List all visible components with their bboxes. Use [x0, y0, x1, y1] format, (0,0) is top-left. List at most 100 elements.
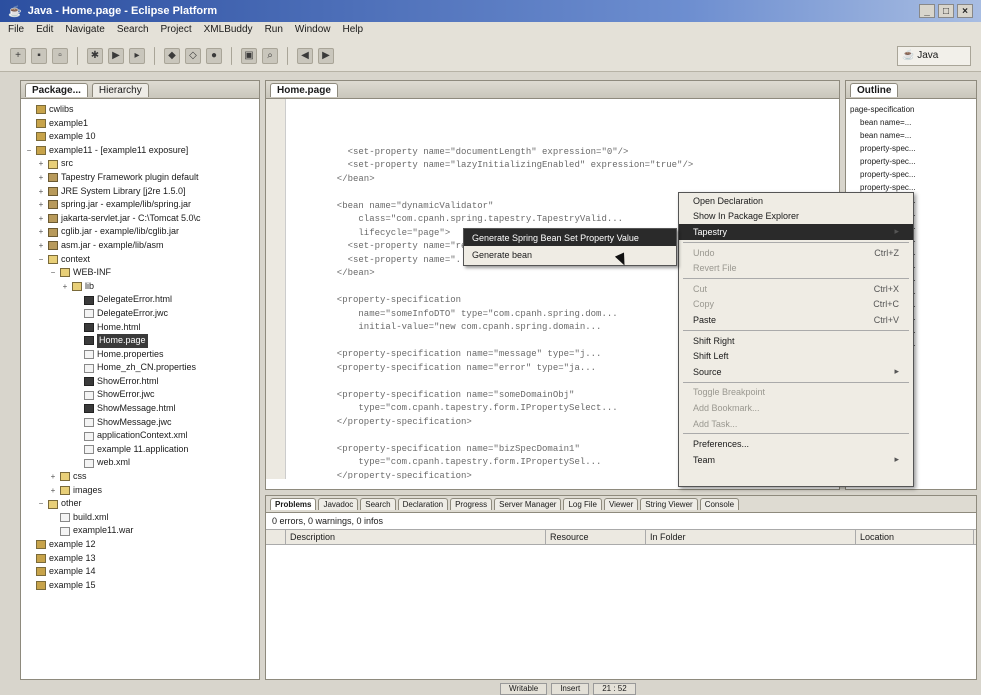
outline-item[interactable]: property-spec... [848, 168, 974, 181]
expand-icon[interactable]: + [37, 185, 45, 199]
back-icon[interactable]: ◀ [297, 47, 313, 64]
tab-outline[interactable]: Outline [850, 82, 899, 97]
menu-file[interactable]: File [8, 24, 24, 38]
menu-generate-set-property[interactable]: Generate Spring Bean Set Property Value [464, 229, 676, 246]
collapse-icon[interactable]: − [25, 144, 33, 158]
tab-progress[interactable]: Progress [450, 498, 493, 510]
tab-javadoc[interactable]: Javadoc [318, 498, 359, 510]
column-description[interactable]: Description [286, 530, 546, 544]
column-resource[interactable]: Resource [546, 530, 646, 544]
menu-preferences[interactable]: Preferences... [679, 436, 913, 452]
debug-icon[interactable]: ✱ [87, 47, 103, 64]
menu-paste[interactable]: Paste Ctrl+V [679, 312, 913, 328]
expand-icon[interactable]: + [37, 225, 45, 239]
tree-item[interactable]: Home.properties [23, 348, 257, 362]
collapse-icon[interactable]: − [49, 266, 57, 280]
tree-item[interactable]: + spring.jar - example/lib/spring.jar [23, 198, 257, 212]
menu-help[interactable]: Help [343, 24, 364, 38]
new-class-icon[interactable]: ● [206, 47, 222, 64]
tab-log-file[interactable]: Log File [563, 498, 602, 510]
tree-item[interactable]: + jakarta-servlet.jar - C:\Tomcat 5.0\c [23, 212, 257, 226]
expand-icon[interactable]: + [37, 198, 45, 212]
close-button[interactable]: × [957, 4, 973, 18]
tree-item[interactable]: example 11.application [23, 443, 257, 457]
tree-item[interactable]: + css [23, 470, 257, 484]
tree-item[interactable]: ShowError.jwc [23, 388, 257, 402]
menu-edit[interactable]: Edit [36, 24, 53, 38]
external-tools-icon[interactable]: ▸ [129, 47, 145, 64]
menu-search[interactable]: Search [117, 24, 149, 38]
menu-window[interactable]: Window [295, 24, 331, 38]
run-icon[interactable]: ▶ [108, 47, 124, 64]
tree-item[interactable]: Home.html [23, 321, 257, 335]
tree-item[interactable]: DelegateError.jwc [23, 307, 257, 321]
menu-open-declaration[interactable]: Open Declaration [679, 193, 913, 209]
menu-source[interactable]: Source ▸ [679, 364, 913, 380]
tree-item[interactable]: example1 [23, 117, 257, 131]
tree-item[interactable]: + JRE System Library [j2re 1.5.0] [23, 185, 257, 199]
expand-icon[interactable]: + [37, 239, 45, 253]
new-project-icon[interactable]: ◆ [164, 47, 180, 64]
tree-item[interactable]: − other [23, 497, 257, 511]
tree-item[interactable]: Home.page [23, 334, 257, 348]
expand-icon[interactable]: + [49, 470, 57, 484]
menu-navigate[interactable]: Navigate [65, 24, 104, 38]
search-icon[interactable]: ⌕ [262, 47, 278, 64]
menu-shift-right[interactable]: Shift Right [679, 333, 913, 349]
tree-item[interactable]: web.xml [23, 456, 257, 470]
open-type-icon[interactable]: ▣ [241, 47, 257, 64]
tree-item[interactable]: example 12 [23, 538, 257, 552]
tab-console[interactable]: Console [699, 498, 740, 510]
menu-project[interactable]: Project [161, 24, 192, 38]
tree-item[interactable]: − context [23, 253, 257, 267]
tree-item[interactable]: applicationContext.xml [23, 429, 257, 443]
expand-icon[interactable]: + [37, 212, 45, 226]
tree-item[interactable]: example 10 [23, 130, 257, 144]
menu-run[interactable]: Run [265, 24, 283, 38]
tree-item[interactable]: example 15 [23, 579, 257, 593]
expand-icon[interactable]: + [61, 280, 69, 294]
new-package-icon[interactable]: ◇ [185, 47, 201, 64]
forward-icon[interactable]: ▶ [318, 47, 334, 64]
outline-item[interactable]: property-spec... [848, 155, 974, 168]
maximize-button[interactable]: □ [938, 4, 954, 18]
save-icon[interactable]: ▪ [31, 47, 47, 64]
tree-item[interactable]: ShowMessage.html [23, 402, 257, 416]
tab-viewer[interactable]: Viewer [603, 498, 639, 510]
perspective-switcher[interactable]: ☕ Java [897, 45, 971, 66]
tree-item[interactable]: ShowError.html [23, 375, 257, 389]
tree-item[interactable]: example11.war [23, 524, 257, 538]
tree-item[interactable]: − WEB-INF [23, 266, 257, 280]
outline-item[interactable]: property-spec... [848, 142, 974, 155]
menu-tapestry[interactable]: Tapestry ▸ [679, 224, 913, 240]
expand-icon[interactable]: + [37, 157, 45, 171]
menu-shift-left[interactable]: Shift Left [679, 348, 913, 364]
tree-item[interactable]: + lib [23, 280, 257, 294]
tab-hierarchy[interactable]: Hierarchy [91, 82, 149, 97]
tab-search[interactable]: Search [360, 498, 396, 510]
expand-icon[interactable]: + [37, 171, 45, 185]
collapse-icon[interactable]: − [37, 253, 45, 267]
tree-item[interactable]: + src [23, 157, 257, 171]
tab-server-manager[interactable]: Server Manager [494, 498, 562, 510]
new-icon[interactable]: + [10, 47, 26, 64]
print-icon[interactable]: ▫ [52, 47, 68, 64]
outline-item[interactable]: bean name=... [848, 116, 974, 129]
column-in-folder[interactable]: In Folder [646, 530, 856, 544]
tree-item[interactable]: DelegateError.html [23, 293, 257, 307]
column-location[interactable]: Location [856, 530, 974, 544]
tree-item[interactable]: build.xml [23, 511, 257, 525]
tab-declaration[interactable]: Declaration [397, 498, 449, 510]
tree-item[interactable]: cwlibs [23, 103, 257, 117]
tree-item[interactable]: + images [23, 484, 257, 498]
tree-item[interactable]: example 13 [23, 552, 257, 566]
outline-item[interactable]: page-specification [848, 103, 974, 116]
menu-generate-bean[interactable]: Generate bean [464, 246, 676, 263]
tree-item[interactable]: + asm.jar - example/lib/asm [23, 239, 257, 253]
minimize-button[interactable]: _ [919, 4, 935, 18]
tree-item[interactable]: − example11 - [example11 exposure] [23, 144, 257, 158]
tree-item[interactable]: example 14 [23, 565, 257, 579]
tree-item[interactable]: Home_zh_CN.properties [23, 361, 257, 375]
tab-problems[interactable]: Problems [270, 498, 317, 510]
menu-team[interactable]: Team ▸ [679, 452, 913, 468]
